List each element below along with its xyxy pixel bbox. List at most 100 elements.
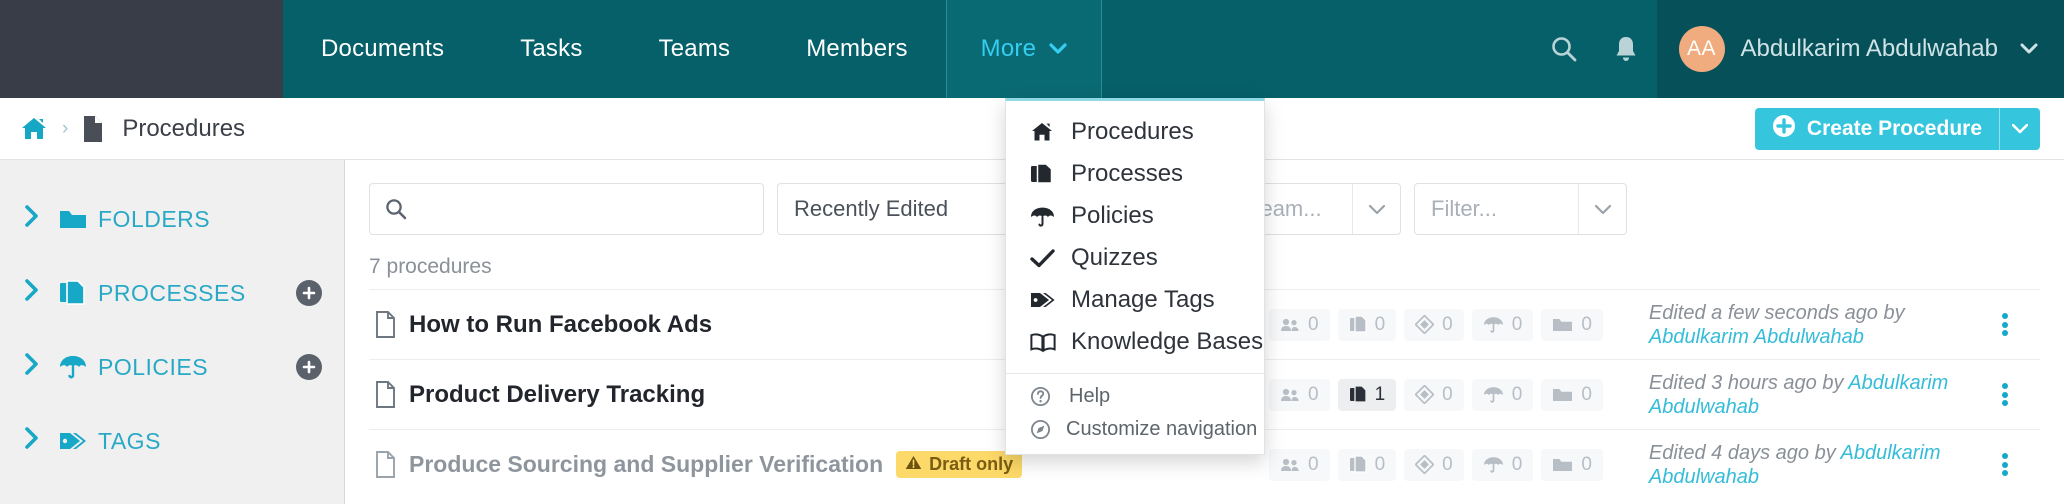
top-navigation-bar: Documents Tasks Teams Members More AA Ab… [0, 0, 2064, 98]
metric-members[interactable]: 0 [1269, 378, 1330, 411]
create-procedure-dropdown-toggle[interactable] [1999, 107, 2040, 150]
umbrella-icon [58, 353, 98, 381]
procedure-title: Product Delivery Tracking [409, 380, 706, 408]
metric-quizzes[interactable]: 0 [1404, 448, 1464, 481]
nav-item-more[interactable]: More [945, 0, 1103, 98]
metric-quizzes[interactable]: 0 [1404, 308, 1464, 341]
home-icon[interactable] [20, 116, 48, 142]
chevron-down-icon[interactable] [1352, 184, 1400, 234]
members-icon [1280, 457, 1300, 473]
create-procedure-button[interactable]: Create Procedure [1754, 107, 2040, 150]
metric-value: 0 [1511, 383, 1523, 405]
metric-processes[interactable]: 0 [1337, 448, 1397, 481]
menu-item-policies[interactable]: Policies [1006, 195, 1264, 237]
folders-icon [1552, 386, 1573, 403]
search-input-wrapper[interactable] [369, 183, 764, 235]
metric-value: 0 [1308, 383, 1319, 405]
chevron-right-icon [24, 278, 58, 309]
metric-processes[interactable]: 1 [1337, 378, 1397, 411]
metric-value: 0 [1581, 453, 1592, 475]
edited-prefix: Edited a few seconds ago by [1648, 301, 1905, 324]
question-circle-icon [1030, 386, 1054, 407]
nav-item-label: Teams [658, 35, 731, 62]
sidebar-item-processes[interactable]: PROCESSES [0, 256, 344, 330]
notifications-bell-icon[interactable] [1595, 0, 1657, 98]
nav-item-label: More [980, 35, 1037, 62]
nav-item-label: Tasks [520, 35, 583, 62]
status-badge-label: Draft only [929, 454, 1014, 474]
create-procedure-main[interactable]: Create Procedure [1755, 108, 1999, 150]
more-options-icon[interactable] [1970, 451, 2040, 479]
metric-value: 0 [1581, 383, 1592, 405]
sidebar-item-label: TAGS [98, 427, 161, 454]
metric-folders[interactable]: 0 [1541, 378, 1603, 411]
row-edited-info: Edited a few seconds ago by Abdulkarim A… [1603, 301, 1970, 349]
nav-item-label: Documents [321, 35, 445, 62]
menu-item-processes[interactable]: Processes [1006, 153, 1264, 195]
edited-prefix: Edited 4 days ago by [1648, 441, 1841, 464]
metric-folders[interactable]: 0 [1541, 308, 1603, 341]
generic-filter-select[interactable]: Filter... [1414, 183, 1627, 235]
metric-value: 0 [1442, 383, 1453, 405]
create-procedure-label: Create Procedure [1806, 116, 1982, 140]
metric-members[interactable]: 0 [1269, 448, 1330, 481]
metric-members[interactable]: 0 [1269, 308, 1330, 341]
breadcrumb-separator: › [62, 117, 69, 139]
check-icon [1030, 248, 1056, 268]
row-metrics: 0 1 0 0 0 [1269, 378, 1603, 411]
copy-documents-icon [1030, 162, 1056, 186]
metric-value: 0 [1374, 313, 1386, 335]
metric-policies[interactable]: 0 [1471, 448, 1534, 481]
user-profile-menu[interactable]: AA Abdulkarim Abdulwahab [1656, 0, 2064, 98]
menu-item-label: Knowledge Bases [1071, 328, 1264, 355]
folders-icon [1552, 316, 1573, 333]
sidebar-item-folders[interactable]: FOLDERS [0, 182, 344, 256]
row-title-cell[interactable]: Produce Sourcing and Supplier Verificati… [369, 451, 1269, 478]
compass-icon [1030, 419, 1051, 440]
sidebar-item-tags[interactable]: TAGS [0, 404, 344, 478]
brand-logo-block[interactable] [0, 0, 283, 98]
nav-item-teams[interactable]: Teams [621, 0, 769, 98]
search-input[interactable] [418, 196, 749, 222]
quizzes-icon [1415, 315, 1435, 334]
menu-item-label: Policies [1071, 202, 1154, 229]
menu-item-label: Help [1069, 385, 1111, 407]
metric-processes[interactable]: 0 [1337, 308, 1397, 341]
search-icon[interactable] [1533, 0, 1595, 98]
members-icon [1280, 317, 1300, 333]
chevron-down-icon[interactable] [1578, 184, 1626, 234]
menu-item-customize-navigation[interactable]: Customize navigation [1006, 413, 1264, 446]
menu-item-procedures[interactable]: Procedures [1006, 111, 1264, 153]
menu-item-knowledge-bases[interactable]: Knowledge Bases [1006, 321, 1264, 363]
nav-item-documents[interactable]: Documents [283, 0, 482, 98]
metric-quizzes[interactable]: 0 [1404, 378, 1464, 411]
sidebar-item-label: PROCESSES [98, 279, 246, 306]
menu-item-manage-tags[interactable]: Manage Tags [1006, 279, 1264, 321]
warning-triangle-icon [905, 454, 922, 475]
add-process-button[interactable] [296, 280, 322, 306]
primary-nav-items: Documents Tasks Teams Members More [283, 0, 1103, 98]
chevron-down-icon [2020, 39, 2038, 60]
more-options-icon[interactable] [1970, 381, 2040, 409]
nav-item-tasks[interactable]: Tasks [482, 0, 620, 98]
nav-item-label: Members [806, 35, 908, 62]
more-options-icon[interactable] [1970, 311, 2040, 339]
nav-item-members[interactable]: Members [768, 0, 945, 98]
avatar-initials: AA [1686, 37, 1716, 60]
metric-policies[interactable]: 0 [1471, 308, 1534, 341]
menu-item-help[interactable]: Help [1006, 380, 1264, 413]
sidebar: FOLDERS PROCESSES POLICIES TAGS [0, 160, 345, 504]
add-policy-button[interactable] [296, 354, 322, 380]
metric-policies[interactable]: 0 [1471, 378, 1534, 411]
search-icon [384, 197, 408, 221]
metric-folders[interactable]: 0 [1541, 448, 1603, 481]
sidebar-item-policies[interactable]: POLICIES [0, 330, 344, 404]
edited-by-link[interactable]: Abdulkarim Abdulwahab [1649, 326, 1864, 348]
metric-value: 0 [1374, 453, 1386, 475]
menu-item-label: Processes [1071, 160, 1184, 187]
policies-icon [1483, 455, 1504, 474]
metric-value: 0 [1308, 313, 1319, 335]
book-icon [1030, 332, 1056, 353]
metric-value: 0 [1442, 313, 1453, 335]
menu-item-quizzes[interactable]: Quizzes [1006, 237, 1264, 279]
